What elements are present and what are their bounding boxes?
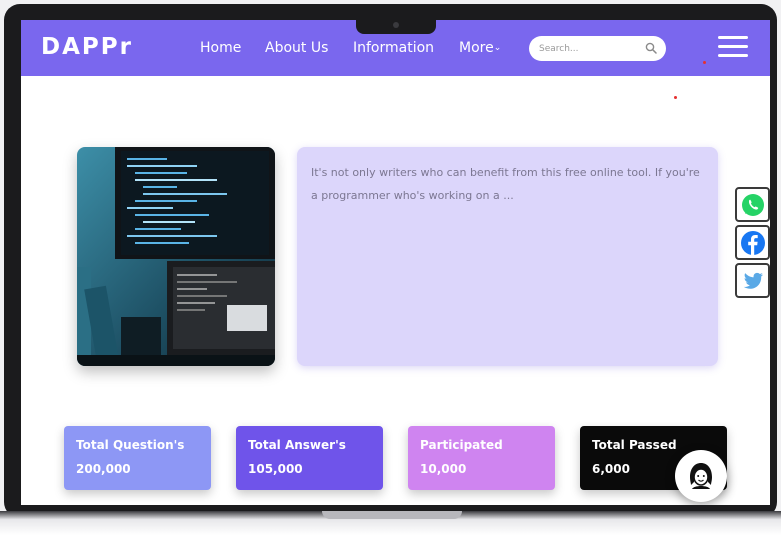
nav-link-home[interactable]: Home [200, 40, 241, 56]
search-box [529, 36, 666, 61]
whatsapp-icon [741, 193, 764, 216]
screen: DAPPr Home About Us Information More⌄ Se… [21, 20, 770, 505]
cursor-dot [674, 96, 677, 99]
code-editor-monitor-photo [77, 147, 275, 366]
stat-card-participated: Participated 10,000 [408, 426, 555, 490]
nav-link-more-label: More [459, 40, 494, 56]
support-agent-icon [690, 463, 712, 489]
magnifier-icon[interactable] [645, 42, 657, 54]
facebook-share-button[interactable] [735, 225, 770, 260]
twitter-share-button[interactable] [735, 263, 770, 298]
webcam-notch [356, 18, 436, 34]
nav-link-information[interactable]: Information [353, 40, 434, 56]
laptop-base [0, 511, 781, 535]
nav-link-more[interactable]: More⌄ [459, 40, 501, 56]
hamburger-menu-icon[interactable] [718, 36, 748, 58]
stat-label: Participated [420, 438, 503, 452]
stat-value: 105,000 [248, 462, 303, 476]
info-text: It's not only writers who can benefit fr… [311, 166, 700, 202]
whatsapp-share-button[interactable] [735, 187, 770, 222]
stat-value: 10,000 [420, 462, 467, 476]
stat-value: 200,000 [76, 462, 131, 476]
laptop-frame: DAPPr Home About Us Information More⌄ Se… [4, 4, 777, 518]
stat-label: Total Answer's [248, 438, 346, 452]
search-input[interactable] [539, 43, 643, 54]
support-chat-button[interactable] [675, 450, 727, 502]
chevron-down-icon: ⌄ [493, 43, 502, 53]
logo[interactable]: DAPPr [41, 34, 133, 60]
info-box: It's not only writers who can benefit fr… [297, 147, 718, 366]
cursor-dot [703, 61, 706, 64]
nav-link-about-us[interactable]: About Us [265, 40, 328, 56]
facebook-icon [740, 230, 765, 255]
stat-label: Total Question's [76, 438, 185, 452]
stat-card-total-answers: Total Answer's 105,000 [236, 426, 383, 490]
stat-card-total-questions: Total Question's 200,000 [64, 426, 211, 490]
twitter-icon [743, 272, 763, 289]
